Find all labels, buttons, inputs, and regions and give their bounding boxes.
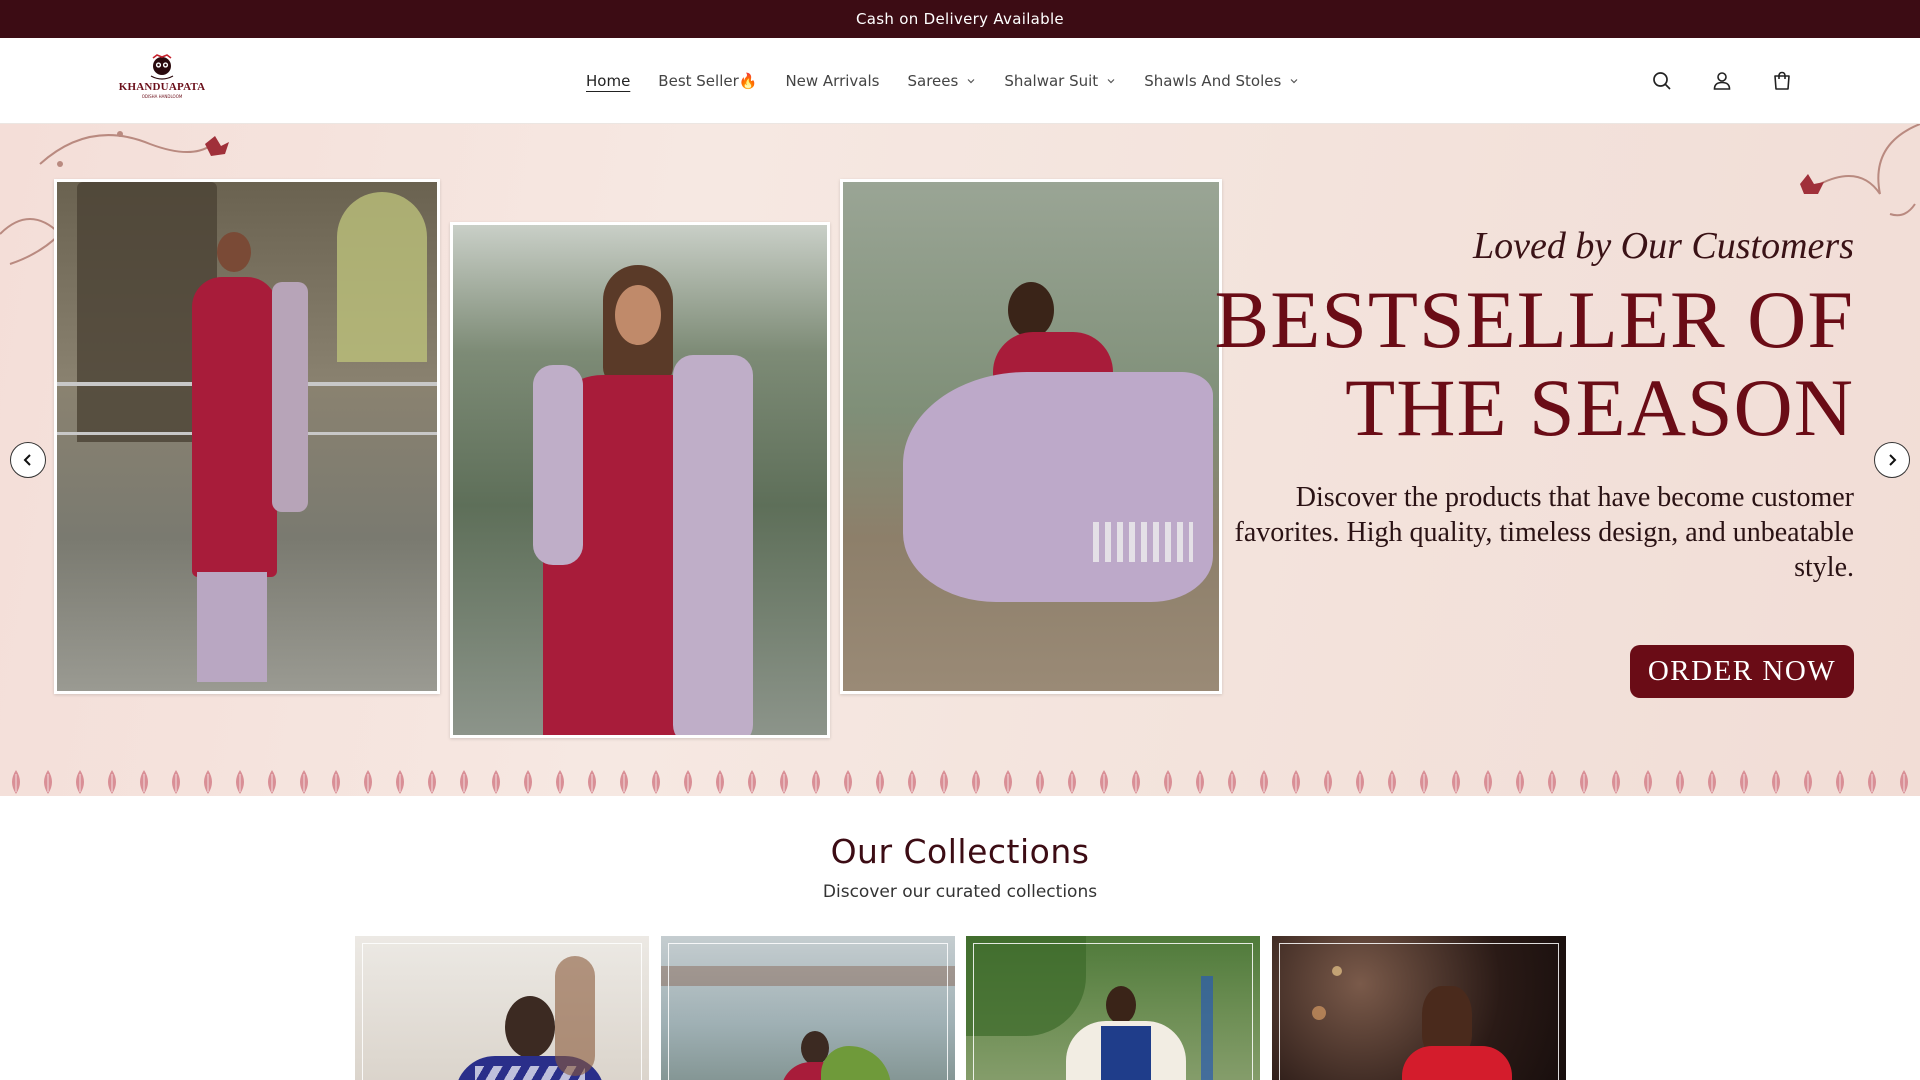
nav-home[interactable]: Home (572, 38, 644, 124)
brand-logo[interactable]: KHANDUAPATA ODISHA HANDLOOM (119, 54, 205, 108)
nav-home-label: Home (586, 72, 631, 90)
hero-title: BESTSELLER OF THE SEASON (1214, 276, 1854, 452)
card-frame (362, 943, 642, 1080)
announcement-bar: Cash on Delivery Available (0, 0, 1920, 38)
collection-card-2[interactable] (661, 936, 955, 1080)
hero-banner: Loved by Our Customers BESTSELLER OF THE… (0, 124, 1920, 796)
cart-icon[interactable] (1770, 69, 1794, 93)
search-icon[interactable] (1650, 69, 1674, 93)
nav-shawls-label: Shawls And Stoles (1144, 72, 1282, 90)
logo-emblem-icon (150, 54, 174, 80)
hero-photo-3 (840, 179, 1222, 694)
card-frame (973, 943, 1253, 1080)
order-now-button[interactable]: ORDER NOW (1630, 645, 1854, 698)
chevron-down-icon (967, 79, 975, 84)
collection-card-3[interactable] (966, 936, 1260, 1080)
main-nav: Home Best Seller🔥 New Arrivals Sarees Sh… (572, 38, 1313, 124)
nav-best-seller[interactable]: Best Seller🔥 (644, 38, 771, 124)
hero-subtitle: Loved by Our Customers (1472, 225, 1854, 267)
nav-shalwar-suit[interactable]: Shalwar Suit (990, 38, 1130, 124)
slider-next-button[interactable] (1874, 442, 1910, 478)
chevron-right-icon (1889, 454, 1897, 466)
collection-card-4[interactable] (1272, 936, 1566, 1080)
card-frame (668, 943, 948, 1080)
decorative-border (0, 766, 1920, 796)
chevron-down-icon (1107, 79, 1115, 84)
card-frame (1279, 943, 1559, 1080)
brand-name: KHANDUAPATA (118, 81, 206, 93)
nav-sarees[interactable]: Sarees (893, 38, 990, 124)
hero-text-block: Loved by Our Customers BESTSELLER OF THE… (1214, 224, 1854, 585)
hero-title-line-2: THE SEASON (1345, 362, 1854, 453)
nav-shalwar-suit-label: Shalwar Suit (1004, 72, 1099, 90)
nav-new-arrivals-label: New Arrivals (785, 72, 880, 90)
announcement-text: Cash on Delivery Available (856, 10, 1064, 28)
hero-description: Discover the products that have become c… (1234, 482, 1854, 583)
site-header: KHANDUAPATA ODISHA HANDLOOM Home Best Se… (0, 38, 1920, 124)
hero-title-line-1: BESTSELLER OF (1214, 274, 1854, 365)
nav-sarees-label: Sarees (907, 72, 959, 90)
chevron-left-icon (23, 454, 31, 466)
floral-decoration (1800, 124, 1920, 217)
header-actions (1650, 38, 1794, 124)
nav-shawls-and-stoles[interactable]: Shawls And Stoles (1130, 38, 1313, 124)
slider-prev-button[interactable] (10, 442, 46, 478)
account-icon[interactable] (1710, 69, 1734, 93)
nav-new-arrivals[interactable]: New Arrivals (771, 38, 893, 124)
brand-tagline: ODISHA HANDLOOM (141, 94, 183, 99)
collection-card-1[interactable] (355, 936, 649, 1080)
nav-best-seller-label: Best Seller🔥 (658, 72, 758, 90)
chevron-down-icon (1290, 79, 1298, 84)
hero-photo-1 (54, 179, 440, 694)
collections-title: Our Collections (830, 832, 1090, 871)
collections-subtitle: Discover our curated collections (822, 882, 1098, 902)
hero-photo-2 (450, 222, 830, 738)
